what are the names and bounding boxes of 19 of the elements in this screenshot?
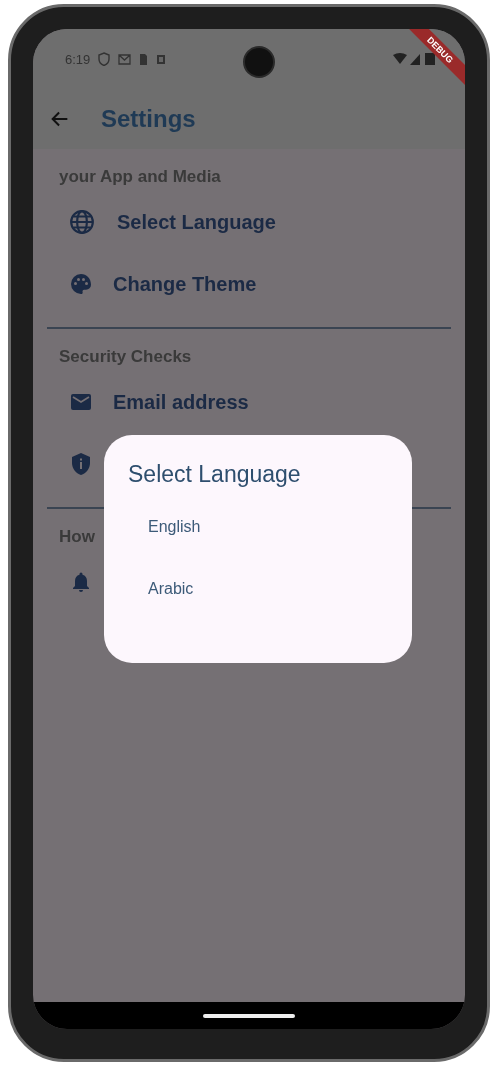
app-bar-title: Settings [101,105,196,133]
settings-item[interactable]: Email address [113,390,249,414]
language-option[interactable]: Arabic [128,578,388,640]
shield-icon [69,452,93,476]
globe-icon [69,209,95,235]
shield-outline-icon [98,52,111,66]
section-header: your App and Media [59,167,221,187]
section-header: How [59,527,95,547]
settings-item[interactable]: Select Language [117,210,276,234]
section-header: Security Checks [59,347,192,367]
language-option[interactable]: English [128,516,388,578]
dialog-title: Select Language [128,461,302,488]
square-icon [156,52,167,66]
status-time: 6:19 [65,51,91,67]
palette-icon [69,272,93,296]
settings-item[interactable]: Change Theme [113,272,257,296]
home-indicator[interactable] [203,1013,295,1018]
sd-card-icon [139,52,149,66]
mail-icon [118,52,132,66]
